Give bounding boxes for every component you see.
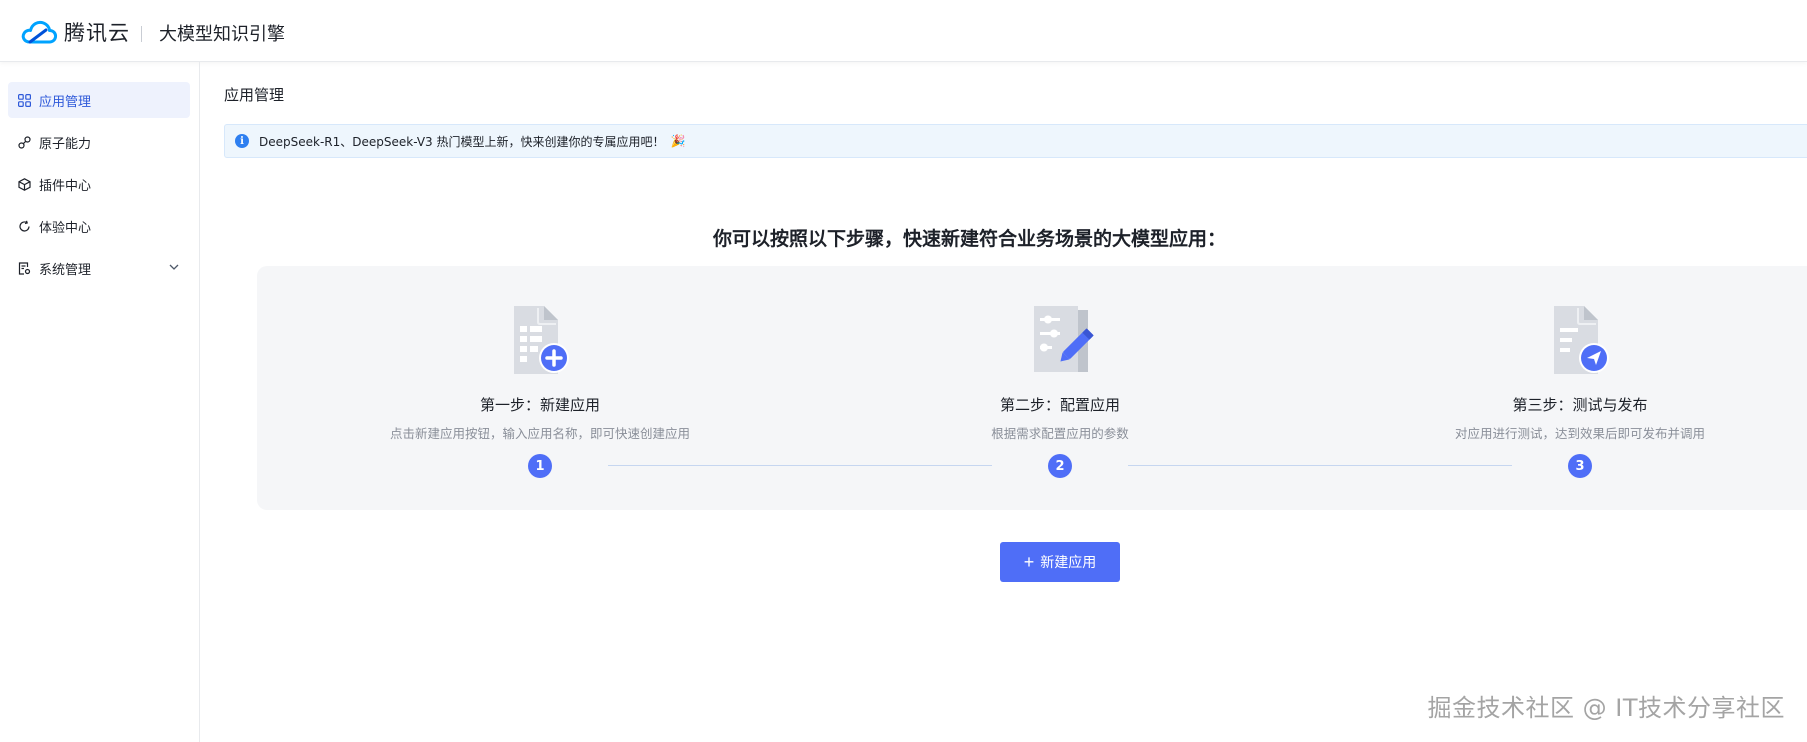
step-2: 第二步：配置应用 根据需求配置应用的参数 (850, 304, 1270, 442)
watermark: 掘金技术社区 @ IT技术分享社区 (1427, 694, 1785, 722)
step-number-3: 3 (1568, 454, 1592, 478)
brand-name: 腾讯云 (64, 21, 130, 45)
new-app-button[interactable]: + 新建应用 (1000, 542, 1120, 582)
sidebar-item-label: 系统管理 (39, 262, 92, 278)
cloud-logo-icon (21, 20, 58, 44)
link-icon (17, 135, 31, 149)
step-connector (608, 465, 992, 466)
step-3: 第三步：测试与发布 对应用进行测试，达到效果后即可发布并调用 (1370, 304, 1790, 442)
step-number-2: 2 (1048, 454, 1072, 478)
party-emoji: 🎉 (670, 134, 686, 148)
top-bar: 腾讯云 大模型知识引擎 (0, 0, 1807, 62)
chevron-down-icon[interactable] (168, 261, 180, 277)
step-title: 第一步：新建应用 (479, 396, 600, 414)
step-title: 第三步：测试与发布 (1512, 396, 1648, 414)
steps-heading: 你可以按照以下步骤，快速新建符合业务场景的大模型应用： (712, 228, 1226, 250)
step-description: 点击新建应用按钮，输入应用名称，即可快速创建应用 (389, 426, 690, 441)
sidebar-item-label: 插件中心 (39, 178, 92, 194)
sidebar: 应用管理 原子能力 插件中心 体验中心 系统管理 (0, 62, 200, 742)
header-divider (141, 26, 142, 42)
plus-icon: + (1023, 552, 1035, 572)
announcement-banner: i DeepSeek-R1、DeepSeek-V3 热门模型上新，快来创建你的专… (224, 124, 1807, 158)
sidebar-item-label: 原子能力 (39, 136, 92, 152)
step-number-1: 1 (528, 454, 552, 478)
step-connector (1128, 465, 1512, 466)
settings-doc-icon (17, 261, 31, 275)
doc-add-icon (504, 304, 576, 376)
notice-text: DeepSeek-R1、DeepSeek-V3 热门模型上新，快来创建你的专属应… (259, 134, 665, 149)
grid-icon (17, 93, 31, 107)
step-description: 根据需求配置应用的参数 (991, 426, 1129, 441)
step-1: 第一步：新建应用 点击新建应用按钮，输入应用名称，即可快速创建应用 (330, 304, 750, 442)
sidebar-item-label: 应用管理 (39, 94, 92, 110)
sidebar-item-app-management[interactable]: 应用管理 (8, 82, 190, 118)
info-icon: i (235, 134, 249, 148)
step-title: 第二步：配置应用 (999, 396, 1120, 414)
doc-edit-icon (1024, 304, 1096, 376)
sidebar-item-atomic-capability[interactable]: 原子能力 (8, 124, 190, 160)
page-title: 应用管理 (224, 86, 285, 104)
cube-icon (17, 177, 31, 191)
product-name: 大模型知识引擎 (159, 24, 285, 45)
sidebar-item-system-management[interactable]: 系统管理 (8, 250, 190, 286)
new-app-button-label: 新建应用 (1040, 554, 1097, 570)
doc-send-icon (1544, 304, 1616, 376)
brand-logo[interactable]: 腾讯云 (20, 16, 130, 48)
sidebar-item-plugin-center[interactable]: 插件中心 (8, 166, 190, 202)
step-description: 对应用进行测试，达到效果后即可发布并调用 (1454, 426, 1705, 441)
